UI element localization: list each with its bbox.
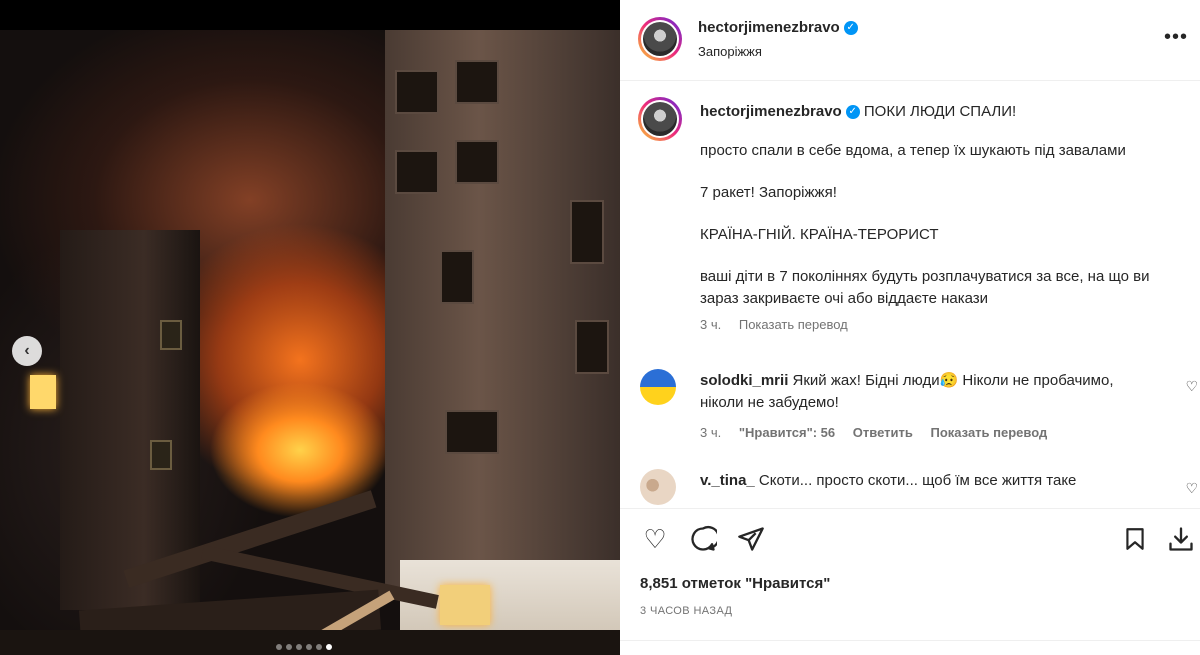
comment-avatar[interactable] xyxy=(640,469,676,505)
caption-line: ПОКИ ЛЮДИ СПАЛИ! xyxy=(863,103,1017,120)
carousel-prev-button[interactable]: ‹ xyxy=(12,336,42,366)
carousel-dot xyxy=(316,644,322,650)
verified-icon: ✓ xyxy=(845,105,860,120)
comment-bubble-icon[interactable] xyxy=(686,522,720,556)
bookmark-icon[interactable] xyxy=(1118,522,1152,556)
caption-line: ваші діти в 7 поколіннях будуть розплачу… xyxy=(700,268,1150,307)
comment-reply-button[interactable]: Ответить xyxy=(853,425,913,440)
post-location[interactable]: Запоріжжя xyxy=(698,44,762,59)
carousel-dot xyxy=(306,644,312,650)
more-horizontal-icon[interactable]: ••• xyxy=(1164,26,1188,49)
post-timestamp[interactable]: 3 ЧАСОВ НАЗАД xyxy=(640,605,732,617)
post-header: hectorjimenezbravo ✓ Запоріжжя ••• xyxy=(620,0,1200,81)
carousel-dot xyxy=(276,644,282,650)
comment-like-heart-icon[interactable]: ♡ xyxy=(1185,378,1198,395)
comment-text: Скоти... просто скоти... щоб їм все житт… xyxy=(758,472,1077,489)
comment-time[interactable]: 3 ч. xyxy=(700,425,721,440)
caption-translate-link[interactable]: Показать перевод xyxy=(739,317,848,332)
media-panel: ‹ xyxy=(0,0,620,655)
comment-translate-link[interactable]: Показать перевод xyxy=(930,425,1047,440)
share-paper-plane-icon[interactable] xyxy=(734,522,768,556)
caption-username[interactable]: hectorjimenezbravo xyxy=(700,103,842,120)
comment-avatar[interactable] xyxy=(640,369,676,405)
comment: v._tina_ Скоти... просто скоти... щоб їм… xyxy=(700,470,1160,492)
comment: solodki_mrii Який жах! Бідні люди😥 Нікол… xyxy=(700,370,1160,444)
like-heart-icon[interactable]: ♡ xyxy=(638,522,672,556)
comment-likes[interactable]: "Нравится": 56 xyxy=(739,425,835,440)
carousel-dot-active xyxy=(326,644,332,650)
caption-time[interactable]: 3 ч. xyxy=(700,317,721,332)
comment-username[interactable]: solodki_mrii xyxy=(700,372,788,389)
caption-line: КРАЇНА-ГНІЙ. КРАЇНА-ТЕРОРИСТ xyxy=(700,226,939,243)
author-avatar[interactable] xyxy=(638,17,682,61)
post-photo xyxy=(0,30,620,655)
comment-like-heart-icon[interactable]: ♡ xyxy=(1185,480,1198,497)
verified-icon: ✓ xyxy=(843,20,858,35)
download-icon[interactable] xyxy=(1164,522,1198,556)
likes-count[interactable]: 8,851 отметок "Нравится" xyxy=(640,575,830,592)
carousel-dot xyxy=(286,644,292,650)
comment-username[interactable]: v._tina_ xyxy=(700,472,755,489)
post-caption: hectorjimenezbravo ✓ ПОКИ ЛЮДИ СПАЛИ! про… xyxy=(700,101,1180,336)
post-sidebar: hectorjimenezbravo ✓ Запоріжжя ••• hector… xyxy=(620,0,1200,655)
author-username[interactable]: hectorjimenezbravo xyxy=(698,19,840,36)
carousel-indicator xyxy=(276,644,332,650)
post-actions: ♡ xyxy=(638,522,1198,556)
caption-line: просто спали в себе вдома, а тепер їх шу… xyxy=(700,142,1126,159)
caption-line: 7 ракет! Запоріжжя! xyxy=(700,184,837,201)
caption-author-avatar[interactable] xyxy=(638,97,682,141)
divider xyxy=(620,640,1200,641)
carousel-dot xyxy=(296,644,302,650)
divider xyxy=(620,508,1200,509)
